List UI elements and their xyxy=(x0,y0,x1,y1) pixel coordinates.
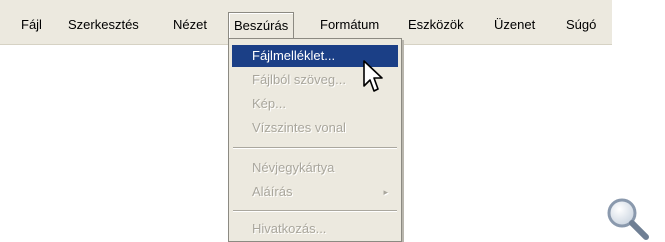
menu-insert[interactable]: Beszúrás xyxy=(228,12,295,39)
submenu-arrow-icon: ▸ xyxy=(383,187,388,197)
menu-edit[interactable]: Szerkesztés xyxy=(63,14,144,36)
menu-item-signature[interactable]: Aláírás ▸ xyxy=(232,181,398,203)
menu-file[interactable]: Fájl xyxy=(16,14,47,36)
menu-item-hyperlink[interactable]: Hivatkozás... xyxy=(232,218,398,240)
menu-item-signature-label: Aláírás xyxy=(252,184,293,199)
menu-help[interactable]: Súgó xyxy=(561,14,601,36)
menu-tools[interactable]: Eszközök xyxy=(403,14,469,36)
magnifier-icon[interactable] xyxy=(604,195,650,241)
menu-format[interactable]: Formátum xyxy=(315,14,384,36)
menu-item-picture[interactable]: Kép... xyxy=(232,93,398,115)
menu-item-horizontal-line[interactable]: Vízszintes vonal xyxy=(232,117,398,139)
mouse-pointer-icon xyxy=(363,60,383,92)
menu-separator xyxy=(233,147,397,149)
menu-message[interactable]: Üzenet xyxy=(489,14,540,36)
menu-separator xyxy=(233,210,397,212)
menu-view[interactable]: Nézet xyxy=(168,14,212,36)
menu-item-business-card[interactable]: Névjegykártya xyxy=(232,157,398,179)
